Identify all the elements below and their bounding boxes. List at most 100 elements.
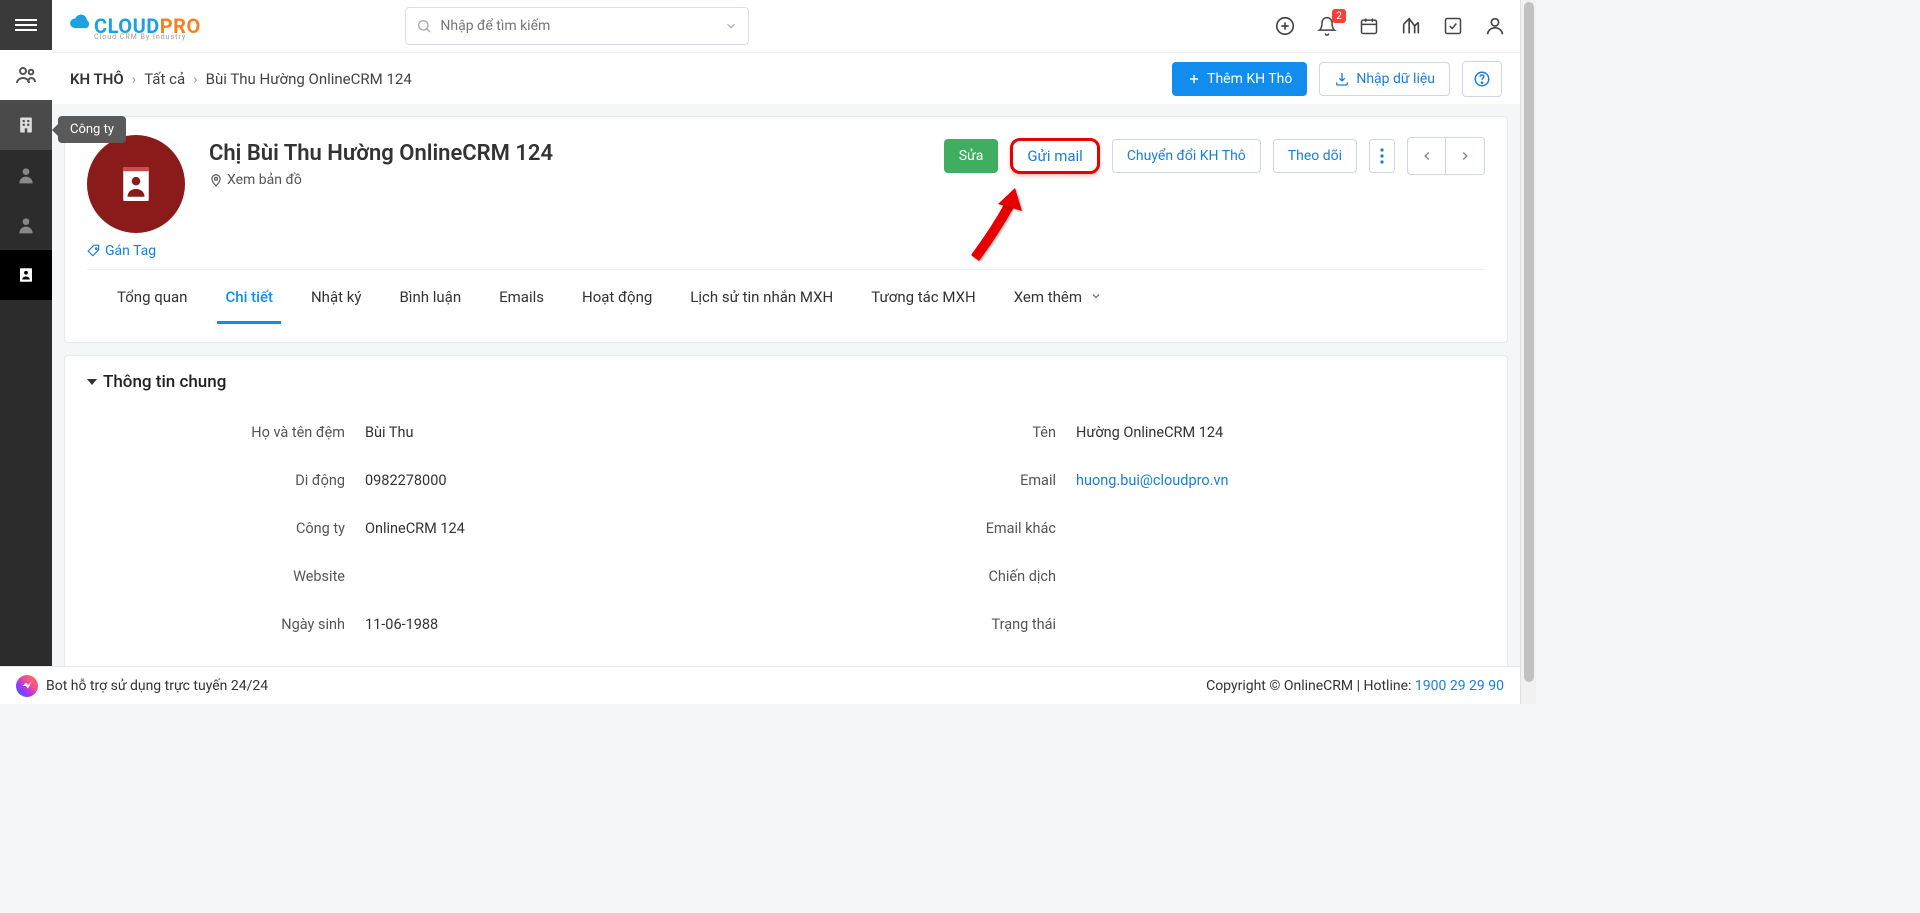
sidebar-item-company[interactable] [0,100,52,150]
pager-prev[interactable] [1408,138,1446,174]
value-name: Hường OnlineCRM 124 [1076,424,1223,441]
download-icon [1334,71,1350,87]
view-map-label: Xem bản đồ [227,172,302,188]
copyright-text: Copyright © OnlineCRM [1206,678,1353,694]
caret-down-icon [87,379,97,385]
map-pin-icon [209,173,223,187]
sidebar-item-person1[interactable] [0,150,52,200]
tab-sms-history[interactable]: Lịch sử tin nhắn MXH [688,270,835,324]
building-icon [16,115,36,135]
profile-button[interactable] [1484,15,1506,37]
calendar-button[interactable] [1358,15,1380,37]
value-email: huong.bui@cloudpro.vn [1076,472,1229,489]
plus-icon [1187,72,1201,86]
tooltip-company: Công ty [58,116,126,143]
search-icon [416,18,432,34]
tasks-button[interactable] [1442,15,1464,37]
breadcrumb-leaf: Bùi Thu Hường OnlineCRM 124 [206,70,412,88]
check-square-icon [1443,16,1463,36]
label-lastfirst: Họ và tên đệm [95,424,365,441]
plus-circle-icon [1274,15,1296,37]
value-mobile: 0982278000 [365,472,447,489]
value-lastfirst: Bùi Thu [365,424,414,441]
value-company: OnlineCRM 124 [365,520,465,537]
section-toggle[interactable]: Thông tin chung [65,356,1507,398]
contact-card-icon [17,266,35,284]
calendar-icon [1359,16,1379,36]
record-title: Chị Bùi Thu Hường OnlineCRM 124 [209,141,553,166]
person-suit-icon [16,165,36,185]
sidebar [0,0,52,704]
menu-toggle[interactable] [0,0,52,50]
label-website: Website [95,568,365,585]
tab-comment[interactable]: Bình luận [397,270,463,324]
user-icon [1484,15,1506,37]
page-header: KH THÔ › Tất cả › Bùi Thu Hường OnlineCR… [52,52,1520,104]
chevron-right-icon [1458,149,1472,163]
tab-more-label: Xem thêm [1014,288,1082,306]
quick-create-button[interactable] [1274,15,1296,37]
breadcrumb-root[interactable]: KH THÔ [70,70,124,88]
label-dob: Ngày sinh [95,616,365,633]
assign-tag-link[interactable]: Gán Tag [87,243,1485,259]
add-lead-label: Thêm KH Thô [1207,71,1292,87]
notification-badge: 2 [1332,9,1346,23]
sidebar-item-person2[interactable] [0,200,52,250]
add-lead-button[interactable]: Thêm KH Thô [1172,62,1307,96]
record-tabs: Tổng quan Chi tiết Nhật ký Bình luận Ema… [87,269,1485,324]
logo-tagline: Cloud CRM By Industry [66,34,201,41]
logo[interactable]: CLOUDPRO Cloud CRM By Industry [66,11,201,41]
tag-icon [87,244,101,258]
tab-log[interactable]: Nhật ký [309,270,363,324]
general-info-card: Thông tin chung Họ và tên đệmBùi Thu Tên… [64,355,1508,669]
tab-more[interactable]: Xem thêm [1012,270,1104,324]
tab-activity[interactable]: Hoạt động [580,270,654,324]
messenger-icon[interactable] [16,675,38,697]
search-input[interactable] [440,18,716,34]
sidebar-item-leads[interactable] [0,50,52,100]
assign-tag-label: Gán Tag [105,243,156,259]
footer: Bot hỗ trợ sử dụng trực tuyến 24/24 Copy… [0,666,1520,704]
sidebar-item-contact[interactable] [0,250,52,300]
label-mobile: Di động [95,472,365,489]
help-button[interactable] [1462,61,1502,97]
contact-avatar-icon [119,164,153,204]
send-mail-button[interactable]: Gửi mail [1010,138,1099,174]
chevron-down-icon [1090,290,1102,302]
label-email2: Email khác [806,520,1076,537]
value-dob: 11-06-1988 [365,616,438,633]
edit-button[interactable]: Sửa [944,139,999,173]
tab-emails[interactable]: Emails [497,270,546,324]
convert-lead-button[interactable]: Chuyển đổi KH Thô [1112,139,1261,173]
label-email: Email [806,472,1076,489]
analytics-button[interactable] [1400,15,1422,37]
dots-vertical-icon [1380,148,1384,164]
pager-next[interactable] [1446,138,1484,174]
avatar[interactable] [87,135,185,233]
label-status: Trạng thái [806,616,1076,633]
import-button[interactable]: Nhập dữ liệu [1319,62,1450,96]
window-scrollbar[interactable] [1520,0,1536,704]
hotline-label: Hotline: [1364,678,1412,694]
follow-button[interactable]: Theo dõi [1273,139,1357,173]
chart-icon [1400,15,1422,37]
more-actions-button[interactable] [1369,139,1395,173]
tab-overview[interactable]: Tổng quan [115,270,189,324]
email-link[interactable]: huong.bui@cloudpro.vn [1076,472,1229,489]
cloud-icon [66,11,94,33]
breadcrumb-mid[interactable]: Tất cả [144,70,185,88]
label-company: Công ty [95,520,365,537]
hotline-number[interactable]: 1900 29 29 90 [1415,678,1504,694]
tab-detail[interactable]: Chi tiết [223,270,275,324]
label-name: Tên [806,424,1076,441]
tab-social[interactable]: Tương tác MXH [869,270,978,324]
view-map-link[interactable]: Xem bản đồ [209,172,553,188]
section-title-text: Thông tin chung [103,372,226,392]
notifications-button[interactable]: 2 [1316,15,1338,37]
chevron-left-icon [1420,149,1434,163]
record-pager [1407,137,1485,175]
breadcrumb: KH THÔ › Tất cả › Bùi Thu Hường OnlineCR… [70,70,412,88]
people-icon [14,63,38,87]
label-campaign: Chiến dịch [806,568,1076,585]
chevron-down-icon[interactable] [724,19,738,33]
